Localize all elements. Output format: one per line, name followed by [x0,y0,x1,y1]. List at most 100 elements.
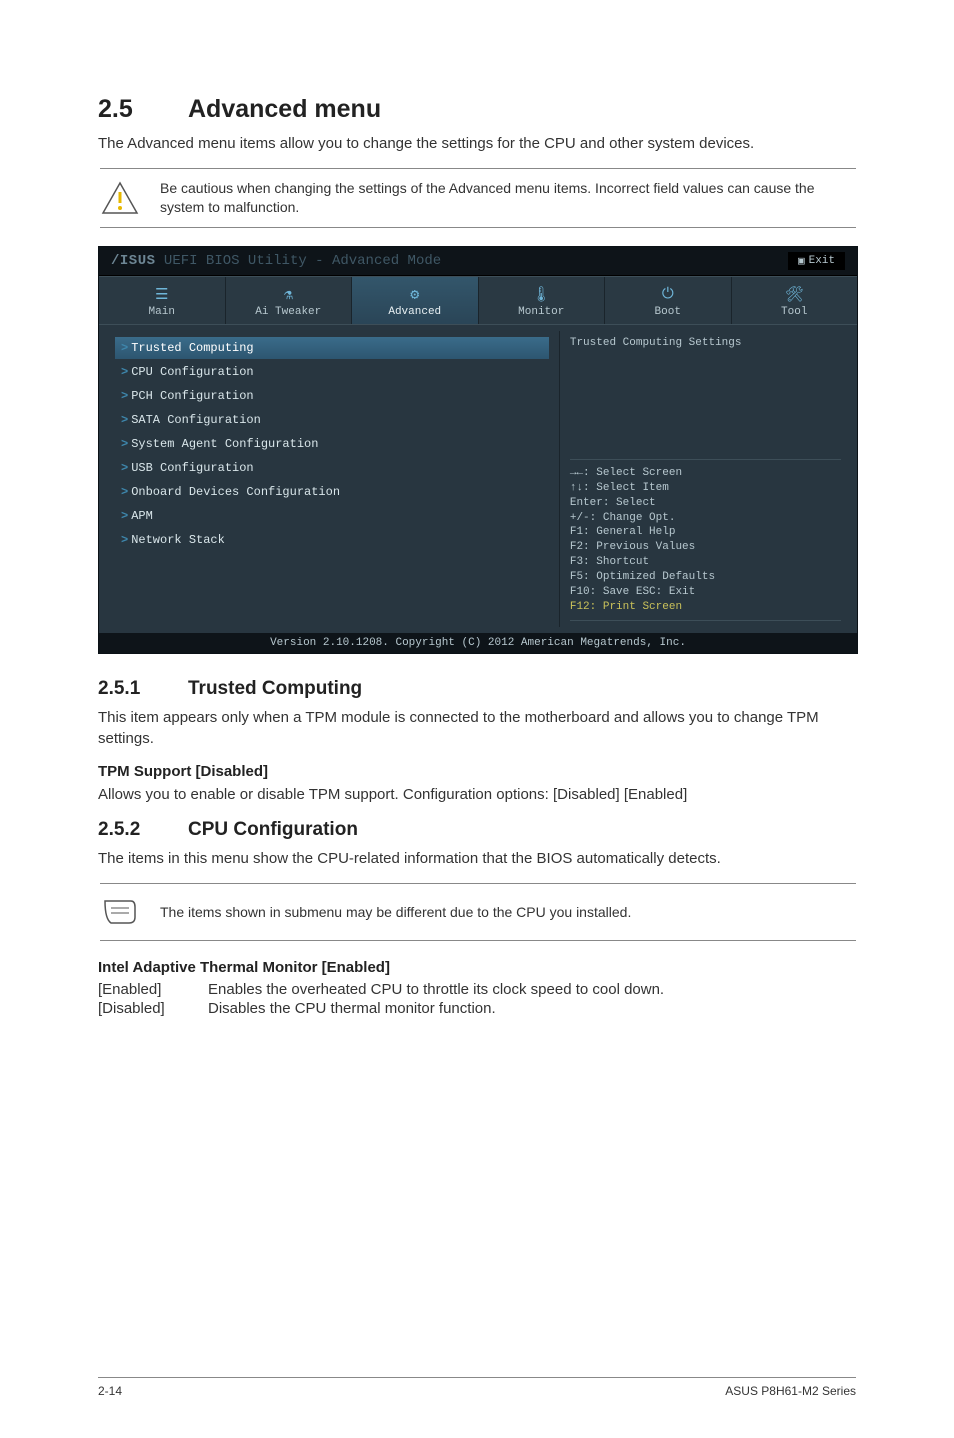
list-icon: ☰ [99,285,225,303]
bios-key-help: →←: Select Screen ↑↓: Select Item Enter:… [570,459,841,621]
menu-item-label: Trusted Computing [131,341,253,355]
tab-advanced-label: Advanced [352,306,478,318]
help-line: Enter: Select [570,496,841,511]
help-line: F10: Save ESC: Exit [570,585,841,600]
option-row: [Disabled] Disables the CPU thermal moni… [98,1000,856,1017]
menu-item-label: APM [131,509,153,523]
warning-icon [100,180,140,216]
bios-body: >Trusted Computing >CPU Configuration >P… [99,325,857,633]
bios-help-panel: Trusted Computing Settings →←: Select Sc… [559,331,851,627]
exit-label: Exit [809,255,835,267]
menu-system-agent-configuration[interactable]: >System Agent Configuration [115,433,549,455]
tpm-support-desc: Allows you to enable or disable TPM supp… [98,785,856,805]
menu-item-label: SATA Configuration [131,413,261,427]
menu-item-label: CPU Configuration [131,365,253,379]
power-icon: ⏻ [605,285,731,303]
menu-item-label: USB Configuration [131,461,253,475]
cpu-configuration-desc: The items in this menu show the CPU-rela… [98,849,856,869]
help-line: F2: Previous Values [570,540,841,555]
tab-monitor[interactable]: 🌡 Monitor [479,277,606,324]
menu-item-label: PCH Configuration [131,389,253,403]
bios-footer: Version 2.10.1208. Copyright (C) 2012 Am… [99,633,857,653]
chevron-right-icon: > [121,509,128,523]
help-line: F1: General Help [570,525,841,540]
chevron-right-icon: > [121,461,128,475]
page-number: 2-14 [98,1384,122,1398]
subsection-cpu-configuration: 2.5.2CPU Configuration [98,819,856,841]
tpm-support-heading: TPM Support [Disabled] [98,763,856,780]
tab-boot[interactable]: ⏻ Boot [605,277,732,324]
subsection-title: CPU Configuration [188,819,358,840]
tab-tool[interactable]: 🛠 Tool [732,277,858,324]
bios-brand: /ISUS [111,253,156,269]
warning-note: Be cautious when changing the settings o… [100,168,856,228]
option-key: [Disabled] [98,1000,208,1017]
menu-network-stack[interactable]: >Network Stack [115,529,549,551]
tweaker-icon: ⚗ [226,285,352,303]
option-row: [Enabled] Enables the overheated CPU to … [98,981,856,998]
chevron-right-icon: > [121,389,128,403]
chevron-right-icon: > [121,485,128,499]
bios-title-text: UEFI BIOS Utility - Advanced Mode [164,253,441,269]
section-description: The Advanced menu items allow you to cha… [98,134,856,154]
tab-main-label: Main [99,306,225,318]
help-line-highlight: F12: Print Screen [570,600,841,615]
subsection-number: 2.5.2 [98,819,188,841]
page-footer: 2-14 ASUS P8H61-M2 Series [98,1377,856,1398]
menu-onboard-devices[interactable]: >Onboard Devices Configuration [115,481,549,503]
section-heading: 2.5Advanced menu [98,95,856,124]
help-line: F5: Optimized Defaults [570,570,841,585]
chevron-right-icon: > [121,365,128,379]
monitor-icon: 🌡 [479,285,605,303]
menu-pch-configuration[interactable]: >PCH Configuration [115,385,549,407]
bios-titlebar: /ISUS UEFI BIOS Utility - Advanced Mode … [99,247,857,276]
subsection-trusted-computing: 2.5.1Trusted Computing [98,678,856,700]
trusted-computing-desc: This item appears only when a TPM module… [98,708,856,749]
chevron-right-icon: > [121,533,128,547]
bios-title: /ISUS UEFI BIOS Utility - Advanced Mode [111,253,441,269]
subsection-title: Trusted Computing [188,678,362,699]
menu-item-label: Onboard Devices Configuration [131,485,340,499]
chevron-right-icon: > [121,413,128,427]
option-value: Disables the CPU thermal monitor functio… [208,1000,496,1017]
chevron-right-icon: > [121,437,128,451]
menu-item-label: Network Stack [131,533,225,547]
section-number: 2.5 [98,95,188,124]
bios-tabs: ☰ Main ⚗ Ai Tweaker ⚙ Advanced 🌡 Monitor ⏻ Bo… [99,276,857,325]
tab-boot-label: Boot [605,306,731,318]
tab-main[interactable]: ☰ Main [99,277,226,324]
menu-sata-configuration[interactable]: >SATA Configuration [115,409,549,431]
option-value: Enables the overheated CPU to throttle i… [208,981,664,998]
bios-screenshot: /ISUS UEFI BIOS Utility - Advanced Mode … [98,246,858,654]
help-line: +/-: Change Opt. [570,511,841,526]
subsection-number: 2.5.1 [98,678,188,700]
help-line: F3: Shortcut [570,555,841,570]
menu-usb-configuration[interactable]: >USB Configuration [115,457,549,479]
menu-item-label: System Agent Configuration [131,437,318,451]
bios-exit-button[interactable]: ▣ Exit [788,252,845,270]
tab-monitor-label: Monitor [479,306,605,318]
tab-ai-tweaker[interactable]: ⚗ Ai Tweaker [226,277,353,324]
help-panel-title: Trusted Computing Settings [570,337,841,349]
bios-menu: >Trusted Computing >CPU Configuration >P… [105,331,559,627]
help-line: ↑↓: Select Item [570,481,841,496]
cpu-note-text: The items shown in submenu may be differ… [160,903,631,922]
info-note: The items shown in submenu may be differ… [100,883,856,941]
chevron-right-icon: > [121,341,128,355]
menu-apm[interactable]: >APM [115,505,549,527]
product-name: ASUS P8H61-M2 Series [725,1384,856,1398]
option-key: [Enabled] [98,981,208,998]
menu-trusted-computing[interactable]: >Trusted Computing [115,337,549,359]
warning-text: Be cautious when changing the settings o… [160,179,856,217]
note-icon [100,894,140,930]
gear-icon: ⚙ [352,285,478,303]
tab-tool-label: Tool [732,306,858,318]
intel-thermal-heading: Intel Adaptive Thermal Monitor [Enabled] [98,959,856,976]
help-line: →←: Select Screen [570,466,841,481]
menu-cpu-configuration[interactable]: >CPU Configuration [115,361,549,383]
tab-advanced[interactable]: ⚙ Advanced [352,277,479,324]
exit-icon: ▣ [798,254,805,268]
wrench-icon: 🛠 [732,285,858,303]
tab-ai-tweaker-label: Ai Tweaker [226,306,352,318]
section-title-text: Advanced menu [188,95,381,123]
